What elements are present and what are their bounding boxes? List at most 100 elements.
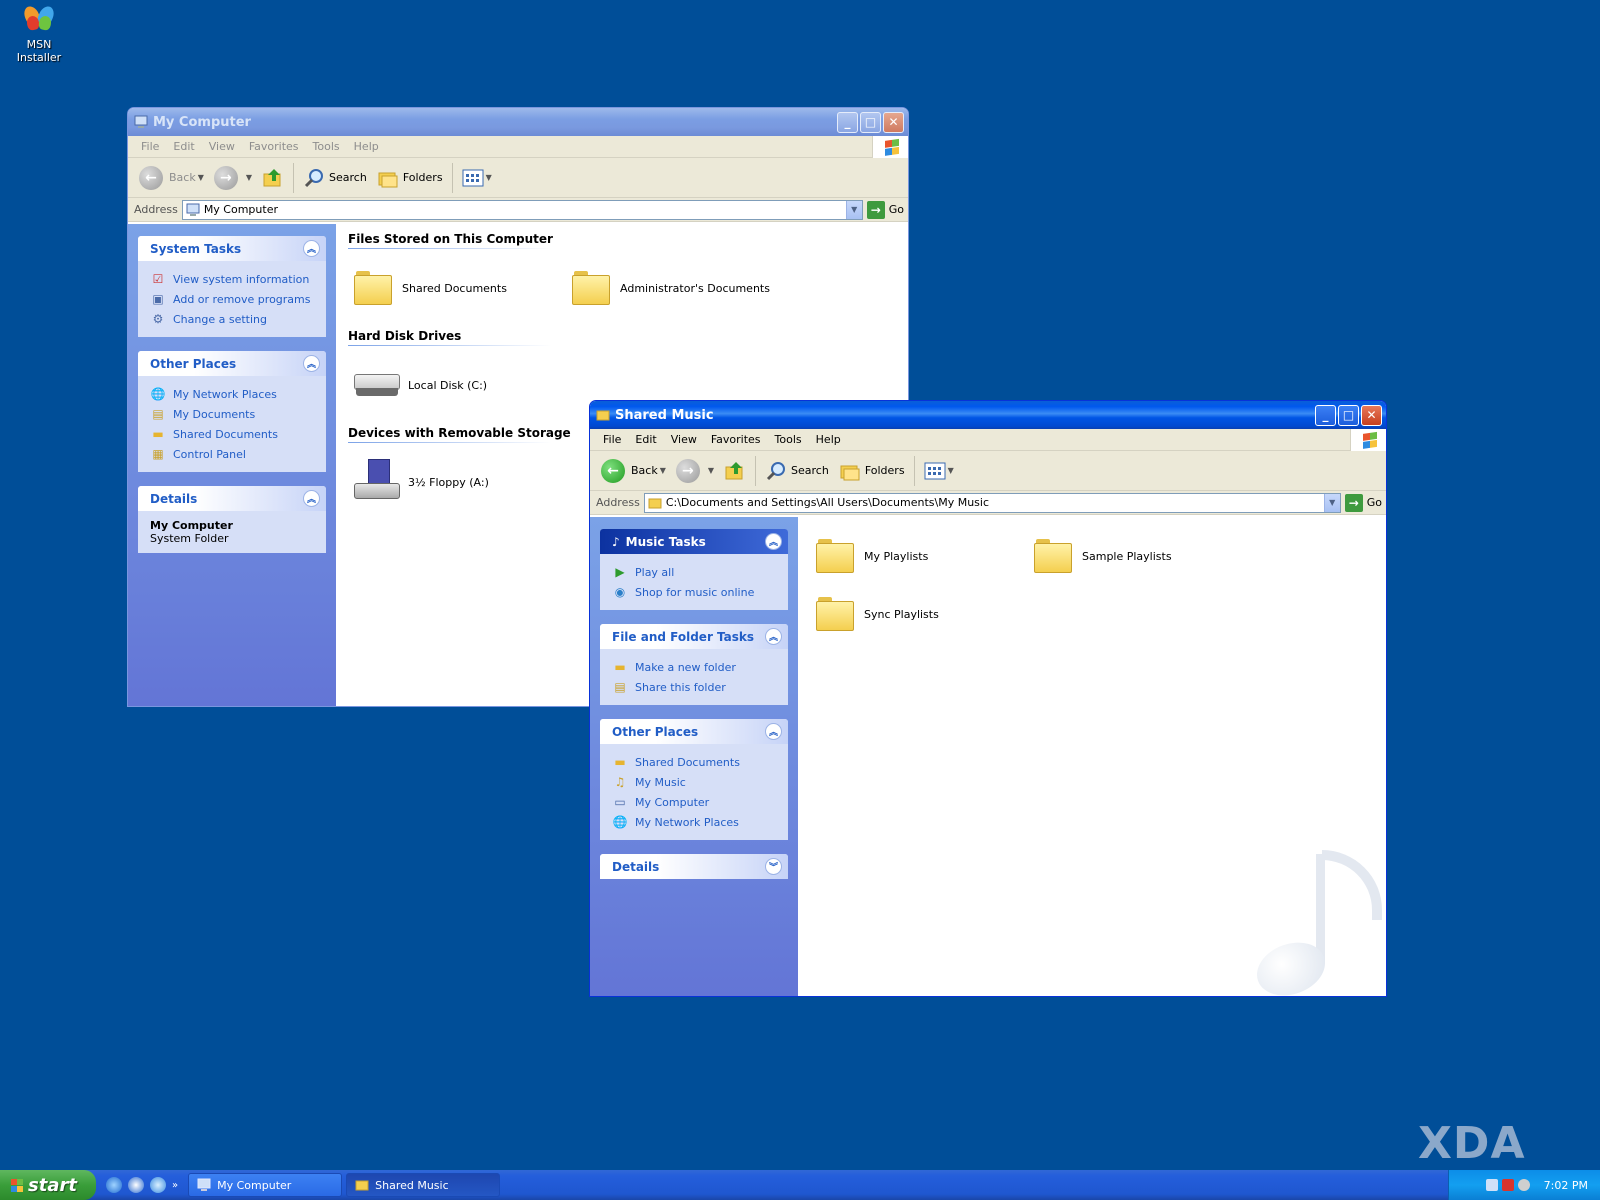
section-title: Hard Disk Drives	[348, 329, 638, 346]
volume-icon[interactable]	[1517, 1179, 1530, 1191]
chevron-down-icon: ▼	[197, 173, 204, 182]
menu-edit[interactable]: Edit	[166, 138, 201, 155]
taskbar-button-my-computer[interactable]: My Computer	[188, 1173, 343, 1197]
link-my-network-places[interactable]: 🌐 My Network Places	[612, 812, 776, 832]
panel-header[interactable]: Details ︽	[138, 486, 326, 511]
panel-header[interactable]: Other Places ︽	[600, 719, 788, 744]
item-sample-playlists[interactable]: Sample Playlists	[1034, 527, 1252, 585]
windows-logo-icon	[10, 1178, 23, 1192]
minimize-button[interactable]: _	[837, 111, 858, 133]
network-places-icon: 🌐	[150, 387, 166, 401]
link-change-setting[interactable]: ⚙ Change a setting	[150, 309, 314, 329]
item-shared-documents[interactable]: Shared Documents	[354, 259, 572, 317]
panel-header[interactable]: Details ︾	[600, 854, 788, 879]
maximize-button[interactable]: □	[860, 111, 881, 133]
media-player-icon[interactable]	[128, 1177, 144, 1193]
panel-header[interactable]: System Tasks ︽	[138, 236, 326, 261]
minimize-button[interactable]: _	[1315, 404, 1336, 426]
menu-help[interactable]: Help	[809, 431, 848, 448]
back-button[interactable]: ← Back ▼	[134, 162, 209, 194]
collapse-icon[interactable]: ︽	[303, 355, 320, 372]
link-shop-for-music[interactable]: ◉ Shop for music online	[612, 582, 776, 602]
collapse-icon[interactable]: ︽	[303, 490, 320, 507]
start-button[interactable]: start	[0, 1170, 96, 1200]
menu-view[interactable]: View	[202, 138, 242, 155]
control-panel-icon: ▦	[152, 447, 164, 461]
network-icon[interactable]	[1485, 1179, 1498, 1191]
item-sync-playlists[interactable]: Sync Playlists	[816, 585, 1034, 643]
link-shared-documents[interactable]: ▬ Shared Documents	[612, 752, 776, 772]
messenger-icon[interactable]	[150, 1177, 166, 1193]
menu-file[interactable]: File	[134, 138, 166, 155]
windows-logo-icon	[1350, 429, 1386, 451]
music-note-watermark-icon	[1249, 850, 1386, 996]
back-button[interactable]: ← Back ▼	[596, 455, 671, 487]
address-input[interactable]: C:\Documents and Settings\All Users\Docu…	[643, 492, 1341, 513]
menu-tools[interactable]: Tools	[768, 431, 809, 448]
menu-favorites[interactable]: Favorites	[704, 431, 768, 448]
address-value: C:\Documents and Settings\All Users\Docu…	[665, 496, 989, 509]
panel-header[interactable]: Other Places ︽	[138, 351, 326, 376]
item-local-disk[interactable]: Local Disk (C:)	[354, 356, 572, 414]
link-my-network-places[interactable]: 🌐 My Network Places	[150, 384, 314, 404]
title-bar[interactable]: Shared Music _ □ ✕	[590, 401, 1386, 429]
forward-button[interactable]: → ▼	[671, 455, 719, 487]
menu-tools[interactable]: Tools	[306, 138, 347, 155]
desktop-icon-msn-installer[interactable]: MSN Installer	[4, 2, 74, 64]
menu-view[interactable]: View	[664, 431, 704, 448]
clock[interactable]: 7:02 PM	[1544, 1179, 1588, 1192]
link-my-computer[interactable]: ▭ My Computer	[612, 792, 776, 812]
close-button[interactable]: ✕	[1361, 404, 1382, 426]
taskbar-button-shared-music[interactable]: Shared Music	[346, 1173, 501, 1197]
go-button[interactable]: → Go	[866, 200, 904, 219]
folder-icon	[355, 1180, 369, 1191]
folder-icon	[572, 271, 610, 305]
views-button[interactable]: ▼	[919, 455, 959, 487]
link-add-remove-programs[interactable]: ▣ Add or remove programs	[150, 289, 314, 309]
address-dropdown-button[interactable]: ▼	[845, 200, 862, 219]
link-shared-documents[interactable]: ▬ Shared Documents	[150, 424, 314, 444]
close-button[interactable]: ✕	[883, 111, 904, 133]
up-folder-button[interactable]	[719, 455, 751, 487]
address-input[interactable]: My Computer ▼	[181, 199, 863, 220]
link-play-all[interactable]: ▶ Play all	[612, 562, 776, 582]
panel-header[interactable]: File and Folder Tasks ︽	[600, 624, 788, 649]
link-share-folder[interactable]: ▤ Share this folder	[612, 677, 776, 697]
back-arrow-icon: ←	[601, 458, 625, 483]
quick-launch-more-icon[interactable]: »	[172, 1180, 178, 1191]
menu-file[interactable]: File	[596, 431, 628, 448]
toolbar: ← Back ▼ → ▼ Search Folders ▼	[128, 158, 908, 198]
collapse-icon[interactable]: ︽	[765, 723, 782, 740]
link-my-music[interactable]: ♫ My Music	[612, 772, 776, 792]
item-my-playlists[interactable]: My Playlists	[816, 527, 1034, 585]
item-floppy-drive[interactable]: 3½ Floppy (A:)	[354, 453, 572, 511]
panel-header[interactable]: ♪ Music Tasks ︽	[600, 529, 788, 554]
item-administrators-documents[interactable]: Administrator's Documents	[572, 259, 790, 317]
link-my-documents[interactable]: ▤ My Documents	[150, 404, 314, 424]
search-button[interactable]: Search	[298, 162, 372, 194]
link-make-new-folder[interactable]: ▬ Make a new folder	[612, 657, 776, 677]
link-control-panel[interactable]: ▦ Control Panel	[150, 444, 314, 464]
menu-help[interactable]: Help	[347, 138, 386, 155]
up-folder-button[interactable]	[257, 162, 289, 194]
forward-arrow-icon: →	[675, 458, 700, 483]
collapse-icon[interactable]: ︽	[765, 533, 782, 550]
system-info-icon: ☑	[152, 272, 164, 286]
internet-explorer-icon[interactable]	[106, 1177, 122, 1193]
collapse-icon[interactable]: ︽	[765, 628, 782, 645]
collapse-icon[interactable]: ︽	[303, 240, 320, 257]
menu-edit[interactable]: Edit	[628, 431, 663, 448]
security-shield-icon[interactable]	[1501, 1179, 1514, 1191]
search-button[interactable]: Search	[760, 455, 834, 487]
views-button[interactable]: ▼	[457, 162, 497, 194]
maximize-button[interactable]: □	[1338, 404, 1359, 426]
folders-button[interactable]: Folders	[834, 455, 910, 487]
expand-icon[interactable]: ︾	[765, 858, 782, 875]
forward-button[interactable]: → ▼	[209, 162, 257, 194]
link-view-system-information[interactable]: ☑ View system information	[150, 269, 314, 289]
go-button[interactable]: → Go	[1344, 493, 1382, 512]
folders-button[interactable]: Folders	[372, 162, 448, 194]
menu-favorites[interactable]: Favorites	[242, 138, 306, 155]
address-dropdown-button[interactable]: ▼	[1323, 493, 1340, 512]
title-bar[interactable]: My Computer _ □ ✕	[128, 108, 908, 136]
